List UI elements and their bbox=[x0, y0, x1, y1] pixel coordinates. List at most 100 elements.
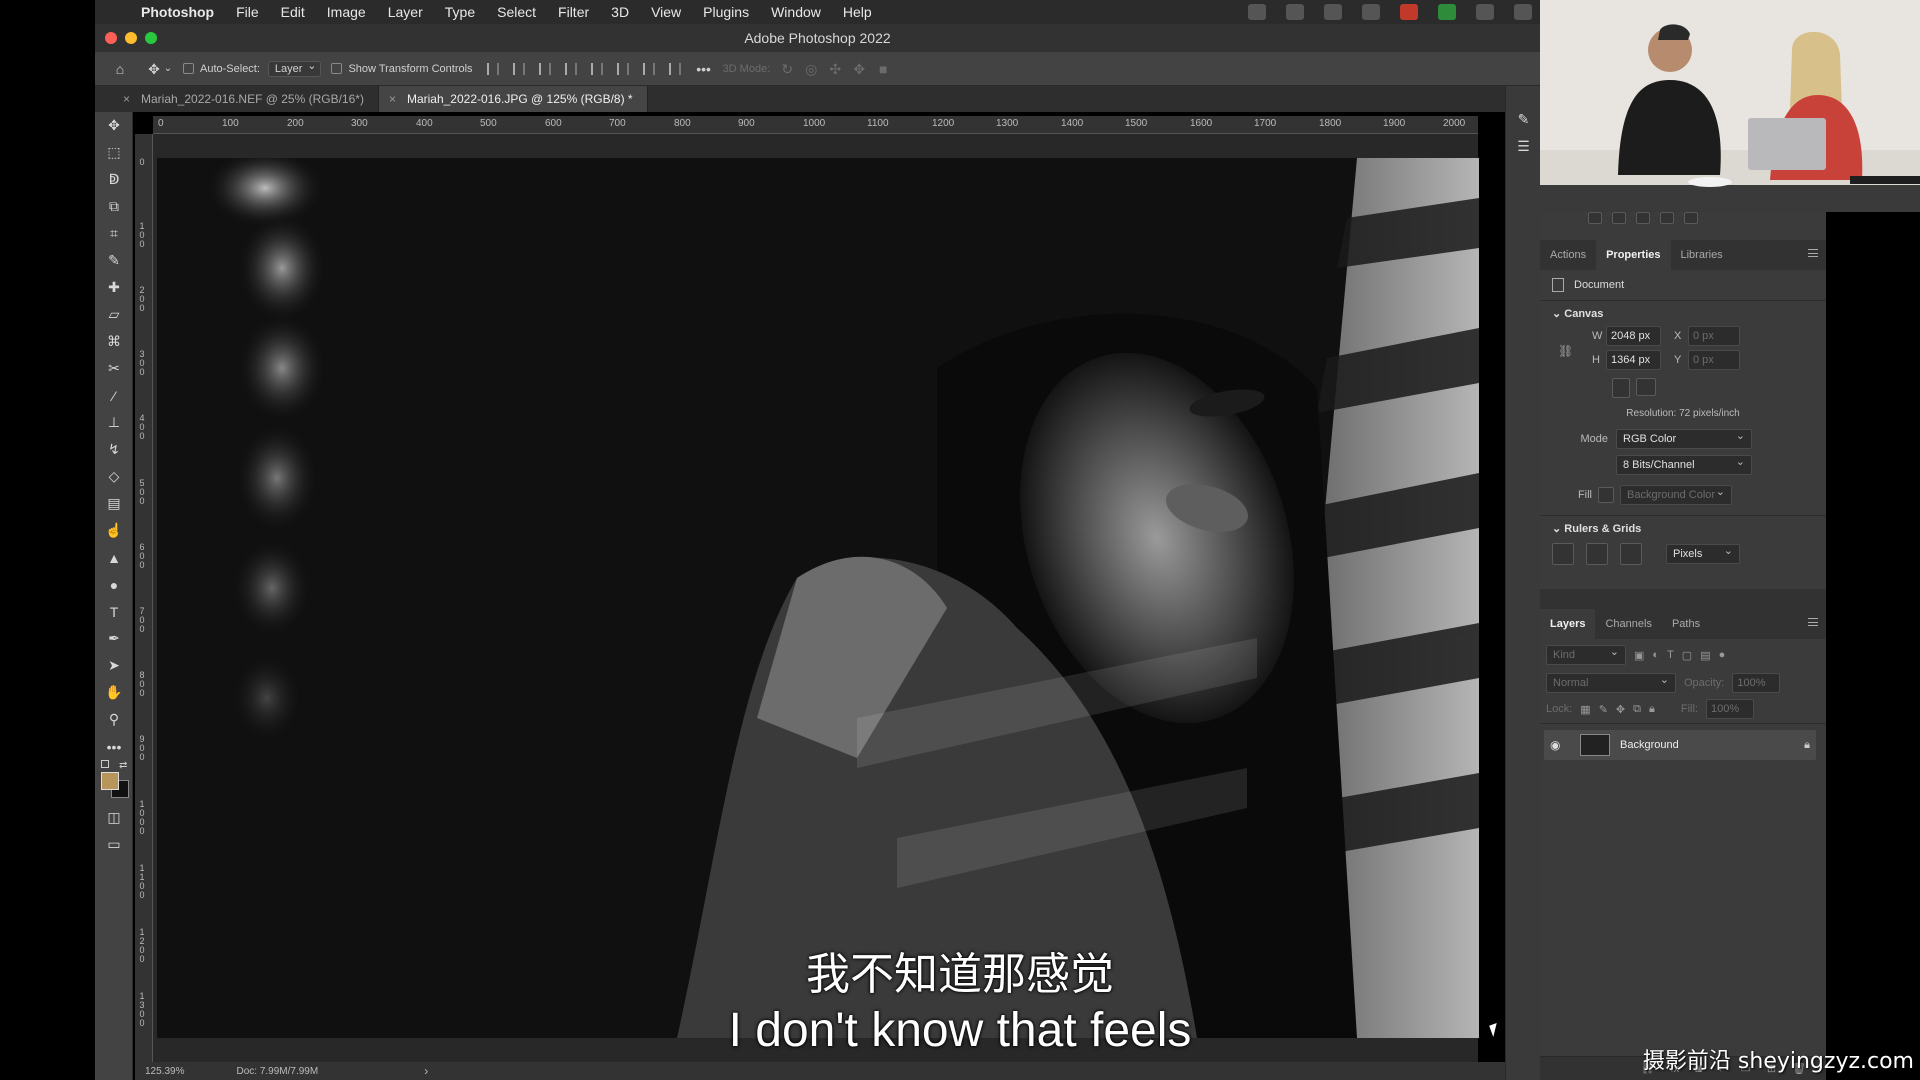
panel-icon[interactable] bbox=[1684, 212, 1698, 224]
more-options-icon[interactable]: ••• bbox=[695, 60, 713, 78]
units-dropdown[interactable]: Pixels bbox=[1666, 544, 1740, 564]
dodge-tool-icon[interactable]: ● bbox=[95, 571, 133, 598]
path-select-tool-icon[interactable]: ➤ bbox=[95, 652, 133, 679]
screen-mode-icon[interactable]: ▭ bbox=[95, 831, 133, 858]
panel-menu-icon[interactable] bbox=[1808, 249, 1818, 257]
tab-channels[interactable]: Channels bbox=[1595, 609, 1661, 639]
panel-icon[interactable] bbox=[1612, 212, 1626, 224]
menu-window[interactable]: Window bbox=[771, 4, 821, 20]
tab-paths[interactable]: Paths bbox=[1662, 609, 1710, 639]
foreground-color-swatch[interactable] bbox=[101, 772, 119, 790]
move-tool-icon[interactable]: ✥ bbox=[95, 112, 133, 139]
menu-image[interactable]: Image bbox=[327, 4, 366, 20]
align-vcenter-icon[interactable] bbox=[616, 62, 629, 75]
tab-properties[interactable]: Properties bbox=[1596, 240, 1671, 270]
filter-type-icon[interactable]: T bbox=[1667, 649, 1674, 661]
ruler-toggle-icon[interactable] bbox=[1552, 543, 1574, 565]
guides-toggle-icon[interactable] bbox=[1620, 543, 1642, 565]
opacity-input[interactable]: 100% bbox=[1732, 673, 1781, 693]
lock-artboard-icon[interactable]: ⧉ bbox=[1633, 703, 1641, 716]
filter-pixel-icon[interactable]: ▣ bbox=[1634, 649, 1644, 662]
crop-tool-icon[interactable]: ⌗ bbox=[95, 220, 133, 247]
menu-type[interactable]: Type bbox=[445, 4, 475, 20]
eye-icon[interactable]: ◉ bbox=[1550, 738, 1570, 752]
menu-plugins[interactable]: Plugins bbox=[703, 4, 749, 20]
panel-menu-icon[interactable] bbox=[1808, 618, 1818, 626]
fill-opacity-input[interactable]: 100% bbox=[1705, 699, 1754, 719]
menu-file[interactable]: File bbox=[236, 4, 259, 20]
hand-tool-icon[interactable]: ✋ bbox=[95, 679, 133, 706]
panel-icon[interactable] bbox=[1588, 212, 1602, 224]
move-tool-preset-icon[interactable]: ✥ bbox=[145, 60, 163, 78]
swap-colors-icon[interactable]: ⇄ bbox=[119, 760, 127, 771]
screen-status-icon[interactable] bbox=[1286, 4, 1304, 20]
object-select-tool-icon[interactable]: ⧉ bbox=[95, 193, 133, 220]
tab-close-icon[interactable]: × bbox=[389, 86, 396, 112]
default-colors-icon[interactable] bbox=[101, 760, 109, 768]
align-top-icon[interactable] bbox=[590, 62, 603, 75]
canvas-y-input[interactable]: 0 px bbox=[1688, 350, 1740, 370]
tab-close-icon[interactable]: × bbox=[123, 86, 130, 112]
home-icon[interactable]: ⌂ bbox=[111, 60, 129, 78]
airdrop-status-icon[interactable] bbox=[1476, 4, 1494, 20]
adjustments-icon[interactable]: ☰ bbox=[1506, 133, 1541, 160]
menu-filter[interactable]: Filter bbox=[558, 4, 589, 20]
eraser-tool-icon[interactable]: ◇ bbox=[95, 463, 133, 490]
align-right-icon[interactable] bbox=[538, 62, 551, 75]
menu-help[interactable]: Help bbox=[843, 4, 872, 20]
quick-mask-icon[interactable]: ◫ bbox=[95, 804, 133, 831]
layer-row-background[interactable]: ◉ Background 🔒︎ bbox=[1544, 730, 1816, 760]
align-hcenter-icon[interactable] bbox=[512, 62, 525, 75]
zoom-level[interactable]: 125.39% bbox=[145, 1066, 184, 1077]
lock-transparency-icon[interactable]: ▦ bbox=[1580, 703, 1590, 716]
menu-app-name[interactable]: Photoshop bbox=[141, 4, 214, 20]
tab-libraries[interactable]: Libraries bbox=[1671, 240, 1733, 270]
green-app-status-icon[interactable] bbox=[1438, 4, 1456, 20]
menu-select[interactable]: Select bbox=[497, 4, 536, 20]
fill-color-swatch[interactable] bbox=[1598, 487, 1614, 503]
lock-all-icon[interactable]: 🔒︎ bbox=[1649, 703, 1655, 716]
blend-mode-dropdown[interactable]: Normal bbox=[1546, 673, 1676, 693]
canvas-x-input[interactable]: 0 px bbox=[1688, 326, 1740, 346]
lasso-tool-icon[interactable]: ↁ bbox=[95, 166, 133, 193]
history-brush-tool-icon[interactable]: ↯ bbox=[95, 436, 133, 463]
mode-dropdown[interactable]: RGB Color bbox=[1616, 429, 1752, 449]
canvas-height-input[interactable]: 1364 px bbox=[1606, 350, 1661, 370]
menu-view[interactable]: View bbox=[651, 4, 681, 20]
status-arrow-icon[interactable]: › bbox=[424, 1064, 428, 1078]
3d-camera-icon[interactable]: ■ bbox=[874, 60, 892, 78]
camera-status-icon[interactable] bbox=[1248, 4, 1266, 20]
dropbox-status-icon[interactable] bbox=[1400, 4, 1418, 20]
tab-actions[interactable]: Actions bbox=[1540, 240, 1596, 270]
lock-position-icon[interactable]: ✥ bbox=[1616, 703, 1625, 716]
eyedropper-tool-icon[interactable]: ✎ bbox=[95, 247, 133, 274]
canvas-section-header[interactable]: ⌄ Canvas bbox=[1540, 301, 1826, 326]
tab-layers[interactable]: Layers bbox=[1540, 609, 1596, 639]
marquee-tool-icon[interactable]: ⬚ bbox=[95, 139, 133, 166]
brush-settings-icon[interactable]: ✎ bbox=[1506, 106, 1541, 133]
brush-tool-icon[interactable]: ⁄ bbox=[95, 382, 133, 409]
filter-toggle-icon[interactable]: ● bbox=[1719, 649, 1726, 661]
window-zoom-button[interactable] bbox=[145, 32, 157, 44]
scissors-tool-icon[interactable]: ✂ bbox=[95, 355, 133, 382]
fill-dropdown[interactable]: Background Color bbox=[1620, 485, 1732, 505]
window-close-button[interactable] bbox=[105, 32, 117, 44]
align-bottom-icon[interactable] bbox=[642, 62, 655, 75]
clone-stamp-tool-icon[interactable]: ⊥ bbox=[95, 409, 133, 436]
battery-status-icon[interactable] bbox=[1514, 4, 1532, 20]
auto-select-checkbox[interactable] bbox=[183, 63, 194, 74]
3d-slide-icon[interactable]: ✥ bbox=[850, 60, 868, 78]
canvas-width-input[interactable]: 2048 px bbox=[1606, 326, 1661, 346]
layer-kind-filter[interactable]: Kind bbox=[1546, 645, 1626, 665]
3d-roll-icon[interactable]: ◎ bbox=[802, 60, 820, 78]
app-status-icon[interactable] bbox=[1362, 4, 1380, 20]
healing-brush-tool-icon[interactable]: ✚ bbox=[95, 274, 133, 301]
content-aware-move-tool-icon[interactable]: ⌘ bbox=[95, 328, 133, 355]
window-minimize-button[interactable] bbox=[125, 32, 137, 44]
filter-shape-icon[interactable]: ▢ bbox=[1682, 649, 1692, 662]
3d-orbit-icon[interactable]: ↻ bbox=[778, 60, 796, 78]
lock-pixels-icon[interactable]: ✎ bbox=[1599, 703, 1608, 716]
canvas-area[interactable] bbox=[153, 134, 1479, 1062]
filter-smart-object-icon[interactable]: ▤ bbox=[1700, 649, 1710, 662]
3d-pan-icon[interactable]: ✣ bbox=[826, 60, 844, 78]
